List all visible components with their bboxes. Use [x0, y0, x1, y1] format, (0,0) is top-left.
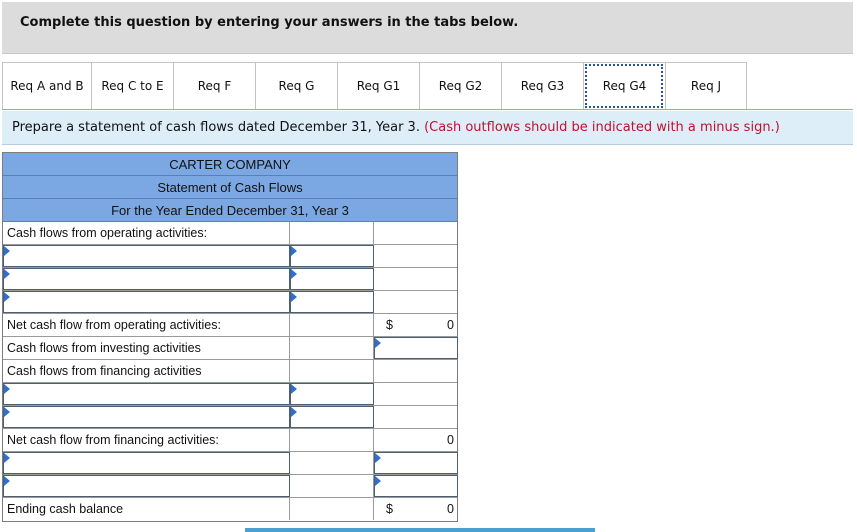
navigation-bar-edge: [245, 528, 595, 532]
tab-req-f[interactable]: Req F: [173, 62, 255, 110]
summary-item-1-amount-input[interactable]: [374, 452, 458, 474]
summary-item-2-amount-input[interactable]: [374, 475, 458, 497]
operating-input-row: [3, 291, 457, 314]
operating-item-1-label-input[interactable]: [3, 245, 290, 267]
requirement-tabs: Req A and B Req C to E Req F Req G Req G…: [2, 62, 747, 110]
tab-req-g1[interactable]: Req G1: [337, 62, 419, 110]
operating-item-2-label-input[interactable]: [3, 268, 290, 290]
question-instruction: Complete this question by entering your …: [20, 15, 519, 30]
cash-flow-statement: CARTER COMPANY Statement of Cash Flows F…: [2, 152, 458, 522]
net-operating-value: 0: [447, 318, 454, 332]
operating-item-3-label-input[interactable]: [3, 291, 290, 313]
financing-item-1-label-input[interactable]: [3, 383, 290, 405]
statement-title: Statement of Cash Flows: [3, 176, 457, 199]
tab-req-g3[interactable]: Req G3: [501, 62, 583, 110]
ending-balance-currency: $: [386, 502, 393, 516]
ending-balance-label: Ending cash balance: [3, 498, 290, 520]
operating-item-2-amount-input[interactable]: [290, 268, 374, 290]
net-operating-label: Net cash flow from operating activities:: [3, 314, 290, 336]
operating-item-1-amount-input[interactable]: [290, 245, 374, 267]
tab-req-a-and-b[interactable]: Req A and B: [2, 62, 91, 110]
tab-req-g4[interactable]: Req G4: [583, 62, 665, 110]
summary-item-1-label-input[interactable]: [3, 452, 290, 474]
tab-req-g2[interactable]: Req G2: [419, 62, 501, 110]
financing-item-2-label-input[interactable]: [3, 406, 290, 428]
net-financing-value: 0: [447, 433, 454, 447]
tab-req-c-to-e[interactable]: Req C to E: [91, 62, 173, 110]
financing-header-row: Cash flows from financing activities: [3, 360, 457, 383]
financing-header-label: Cash flows from financing activities: [3, 360, 290, 382]
instruction-note: (Cash outflows should be indicated with …: [424, 120, 780, 135]
investing-row: Cash flows from investing activities: [3, 337, 458, 360]
net-operating-currency: $: [386, 318, 393, 332]
tab-req-g[interactable]: Req G: [255, 62, 337, 110]
operating-header-label: Cash flows from operating activities:: [3, 222, 290, 244]
summary-input-row: [3, 452, 458, 475]
investing-amount-input[interactable]: [374, 337, 458, 359]
financing-item-1-amount-input[interactable]: [290, 383, 374, 405]
net-financing-row: Net cash flow from financing activities:…: [3, 429, 457, 452]
net-operating-row: Net cash flow from operating activities:…: [3, 314, 457, 337]
ending-balance-row: Ending cash balance $ 0: [3, 498, 457, 521]
tab-req-j[interactable]: Req J: [665, 62, 747, 110]
operating-input-row: [3, 268, 457, 291]
tab-divider: [2, 109, 853, 110]
company-name: CARTER COMPANY: [3, 153, 457, 176]
investing-header-label: Cash flows from investing activities: [3, 337, 290, 359]
net-financing-label: Net cash flow from financing activities:: [3, 429, 290, 451]
operating-header-row: Cash flows from operating activities:: [3, 222, 457, 245]
operating-item-3-amount-input[interactable]: [290, 291, 374, 313]
ending-balance-value: 0: [447, 502, 454, 516]
statement-period: For the Year Ended December 31, Year 3: [3, 199, 457, 222]
instruction-text: Prepare a statement of cash flows dated …: [12, 120, 420, 135]
financing-item-2-amount-input[interactable]: [290, 406, 374, 428]
financing-input-row: [3, 406, 457, 429]
summary-item-2-label-input[interactable]: [3, 475, 290, 497]
financing-input-row: [3, 383, 457, 406]
summary-input-row: [3, 475, 458, 498]
instruction-bar: Prepare a statement of cash flows dated …: [2, 111, 853, 145]
operating-input-row: [3, 245, 457, 268]
question-header: Complete this question by entering your …: [2, 2, 853, 54]
